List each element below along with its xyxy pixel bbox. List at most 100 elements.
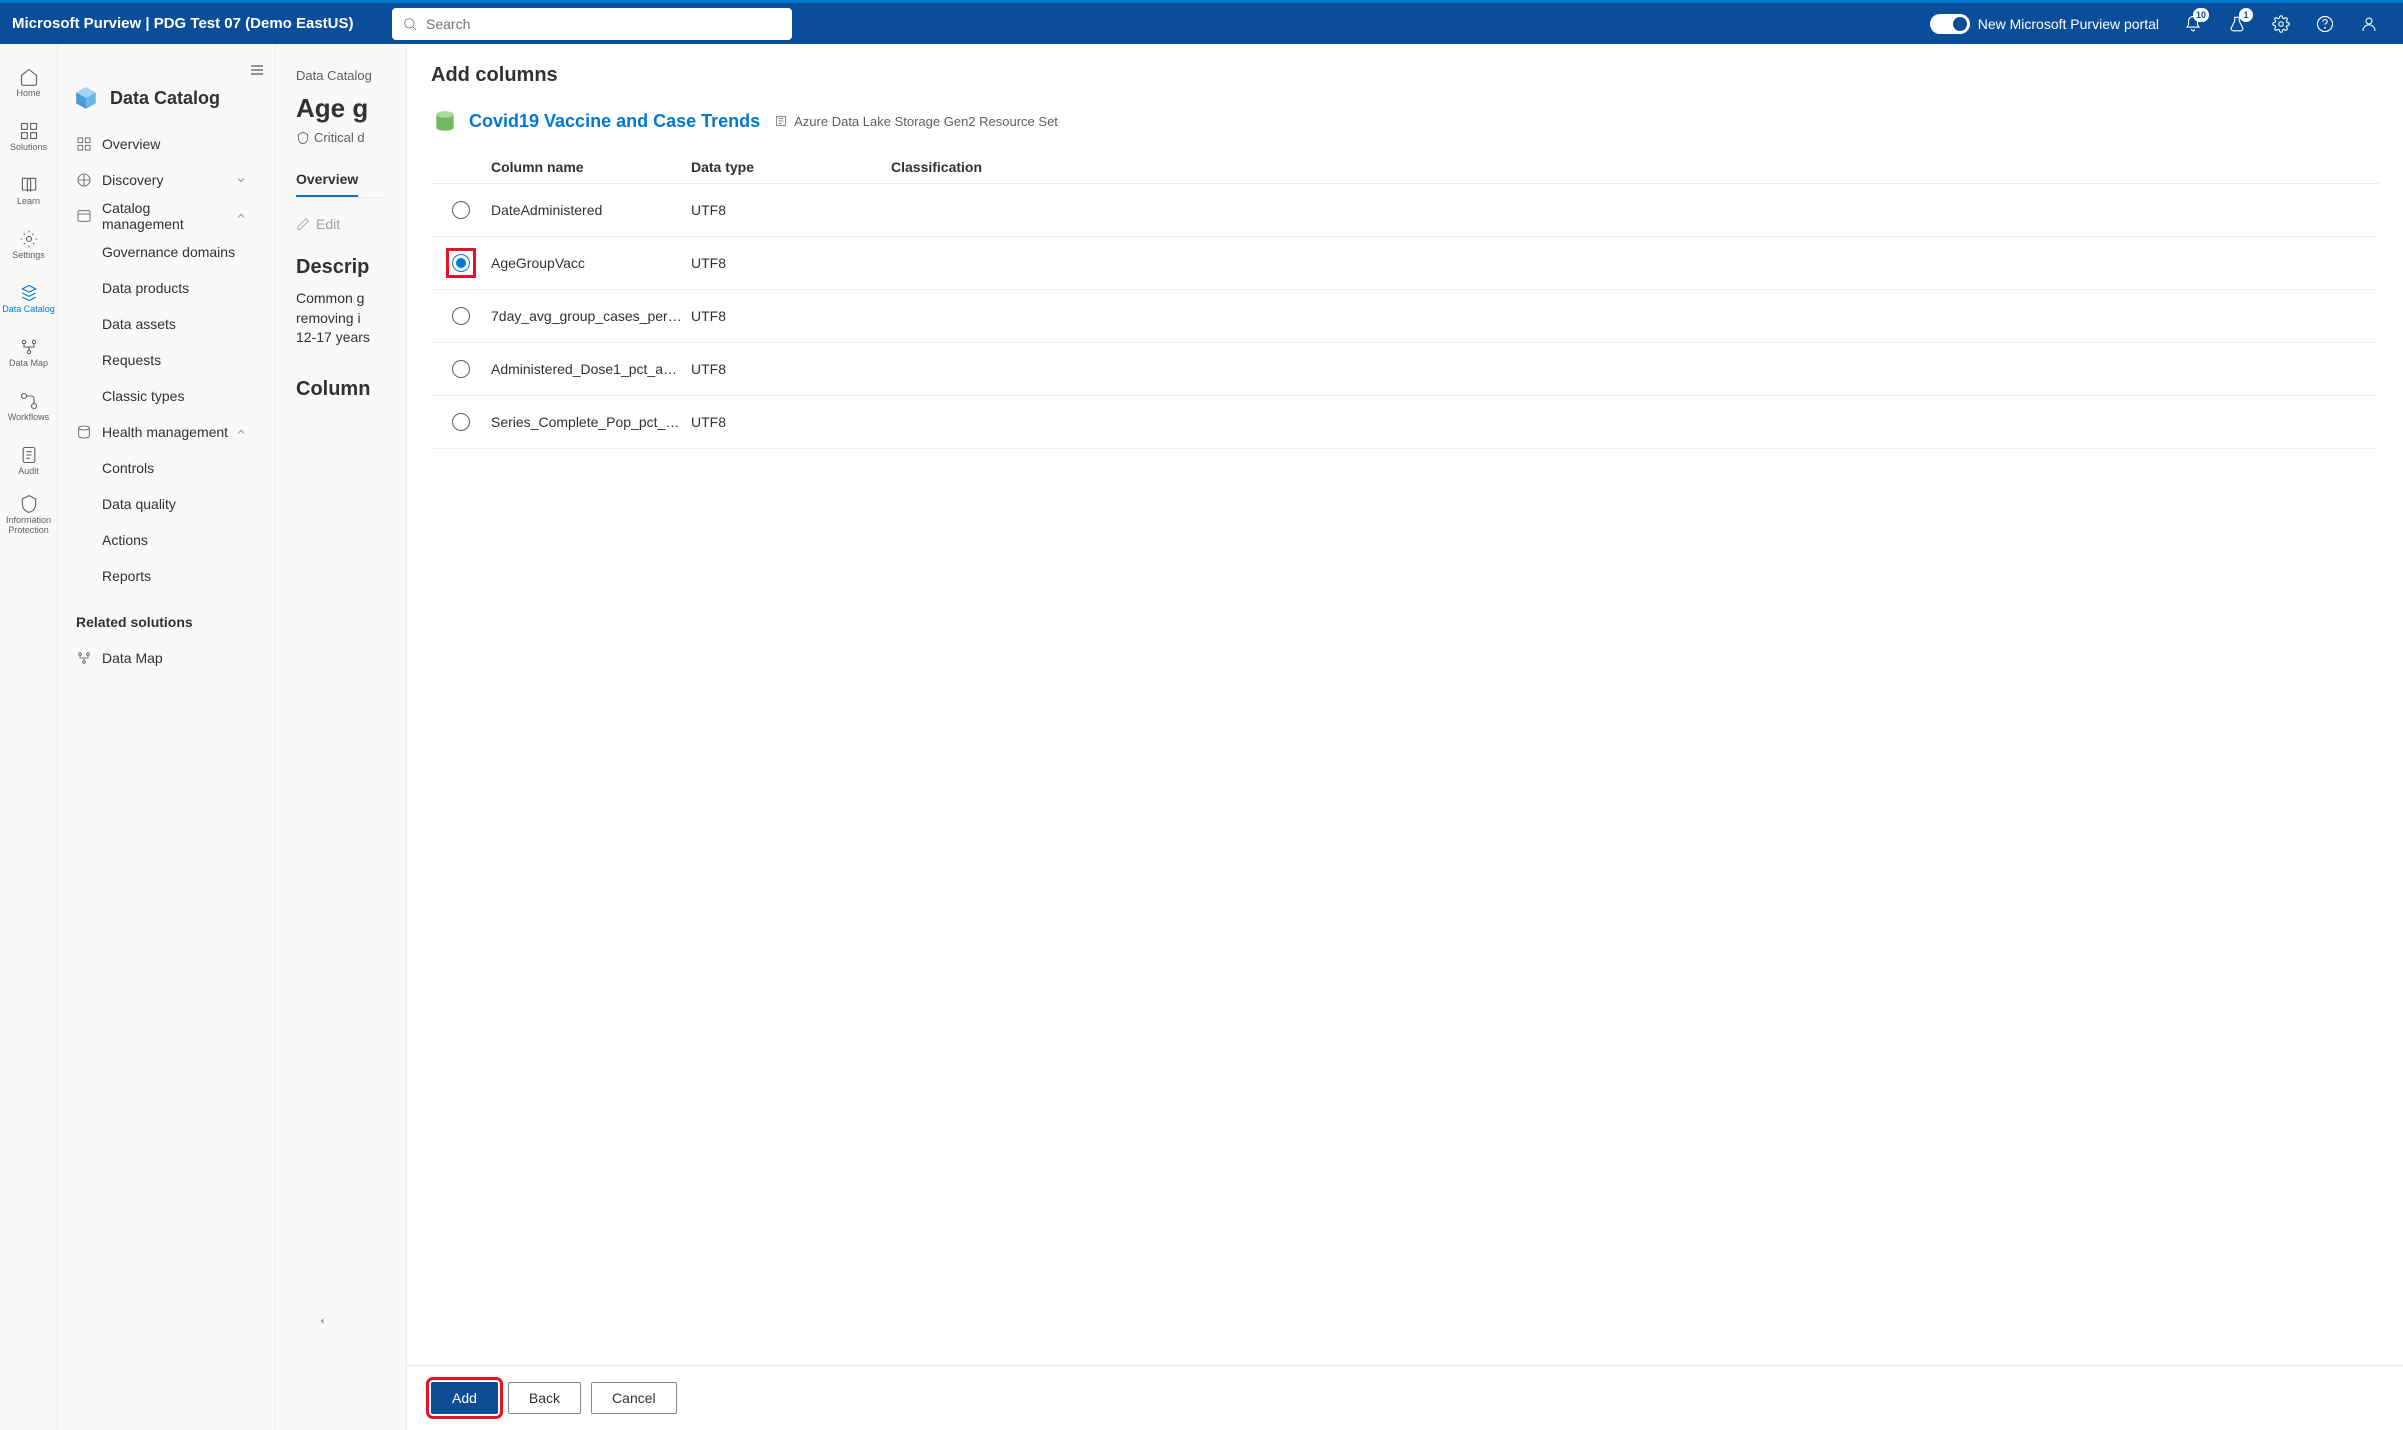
sidebar-item-label: Governance domains [102,244,235,260]
app-title: Microsoft Purview | PDG Test 07 (Demo Ea… [12,15,392,32]
sidebar-data-assets[interactable]: Data assets [68,306,265,342]
rail-audit[interactable]: Audit [0,434,57,488]
rail-learn[interactable]: Learn [0,164,57,218]
rail-label: Home [16,89,40,99]
sidebar-item-label: Discovery [102,172,163,188]
pencil-icon [296,217,310,231]
row-radio[interactable] [452,254,470,272]
breadcrumb[interactable]: Data Catalog [296,68,386,83]
search-input-wrap[interactable] [392,8,792,40]
sidebar-related-heading: Related solutions [76,614,257,630]
overview-icon [76,136,92,152]
sidebar-health-mgmt[interactable]: Health management [68,414,265,450]
description-heading: Descrip [296,256,386,279]
catalog-cube-icon [72,84,100,112]
table-row[interactable]: AgeGroupVaccUTF8 [431,237,2379,290]
sidebar-item-label: Requests [102,352,161,368]
table-row[interactable]: DateAdministeredUTF8 [431,184,2379,237]
hamburger-icon[interactable] [249,62,265,78]
rail-data-map[interactable]: Data Map [0,326,57,380]
edit-button[interactable]: Edit [296,216,340,232]
row-column-type: UTF8 [691,202,891,218]
rail-data-catalog[interactable]: Data Catalog [0,272,57,326]
discovery-icon [76,172,92,188]
rail-label: Data Catalog [2,305,55,315]
row-column-name: AgeGroupVacc [491,255,691,271]
sidebar-item-label: Data Map [102,650,163,666]
sidebar-actions[interactable]: Actions [68,522,265,558]
sidebar-governance-domains[interactable]: Governance domains [68,234,265,270]
table-row[interactable]: 7day_avg_group_cases_per_100kUTF8 [431,290,2379,343]
rail-solutions[interactable]: Solutions [0,110,57,164]
sidebar-overview[interactable]: Overview [68,126,265,162]
datamap-icon [76,650,92,666]
row-column-name: Series_Complete_Pop_pct_agegro [491,414,691,430]
sidebar-data-map[interactable]: Data Map [68,640,265,676]
sidebar-discovery[interactable]: Discovery [68,162,265,198]
col-header-class: Classification [891,159,2379,175]
chevron-down-icon [235,174,247,186]
rail-label: Solutions [10,143,47,153]
content-area: Data Catalog Age g Critical d Overview E… [276,44,2403,1430]
columns-heading: Column [296,378,386,401]
sidebar-item-label: Data quality [102,496,176,512]
asset-header: Covid19 Vaccine and Case Trends Azure Da… [431,107,2379,135]
health-icon [76,424,92,440]
sidebar: Data Catalog Overview Discovery Catalog … [58,44,276,1430]
workflow-icon [19,391,39,411]
row-radio[interactable] [452,307,470,325]
rail-info-protection[interactable]: Information Protection [0,488,57,542]
sidebar-catalog-mgmt[interactable]: Catalog management [68,198,265,234]
tasks-button[interactable]: 1 [2215,2,2259,46]
shield-check-icon [296,131,310,145]
row-radio[interactable] [452,360,470,378]
notifications-button[interactable]: 10 [2171,2,2215,46]
background-page: Data Catalog Age g Critical d Overview E… [276,44,406,1430]
rail-label: Learn [17,197,40,207]
profile-button[interactable] [2347,2,2391,46]
row-column-type: UTF8 [691,308,891,324]
home-icon [19,67,39,87]
sidebar-item-label: Data products [102,280,189,296]
rail-workflows[interactable]: Workflows [0,380,57,434]
book-icon [19,175,39,195]
collapse-button[interactable] [316,1314,328,1330]
row-radio[interactable] [452,413,470,431]
database-icon [431,107,459,135]
tab-overview[interactable]: Overview [296,163,358,197]
sidebar-title: Data Catalog [68,84,265,112]
help-button[interactable] [2303,2,2347,46]
table-row[interactable]: Administered_Dose1_pct_agegrouUTF8 [431,343,2379,396]
rail-settings[interactable]: Settings [0,218,57,272]
sidebar-classic-types[interactable]: Classic types [68,378,265,414]
sidebar-data-quality[interactable]: Data quality [68,486,265,522]
col-header-type: Data type [691,159,891,175]
sidebar-requests[interactable]: Requests [68,342,265,378]
table-row[interactable]: Series_Complete_Pop_pct_agegroUTF8 [431,396,2379,449]
chevron-left-icon [316,1315,328,1327]
row-column-name: 7day_avg_group_cases_per_100k [491,308,691,324]
sidebar-item-label: Reports [102,568,151,584]
panel-title: Add columns [431,64,2379,87]
sidebar-data-products[interactable]: Data products [68,270,265,306]
sidebar-controls[interactable]: Controls [68,450,265,486]
add-columns-panel: Add columns Covid19 Vaccine and Case Tre… [406,44,2403,1430]
notifications-badge: 10 [2193,8,2209,22]
search-input[interactable] [426,16,782,32]
asset-title[interactable]: Covid19 Vaccine and Case Trends [469,111,760,132]
sidebar-reports[interactable]: Reports [68,558,265,594]
chevron-up-icon [235,210,247,222]
rail-home[interactable]: Home [0,56,57,110]
help-icon [2316,15,2334,33]
settings-button[interactable] [2259,2,2303,46]
gear-icon [19,229,39,249]
new-portal-toggle[interactable]: New Microsoft Purview portal [1930,14,2159,34]
tasks-badge: 1 [2239,8,2253,22]
add-button[interactable]: Add [431,1382,498,1414]
left-rail: Home Solutions Learn Settings Data Catal… [0,44,58,1430]
back-button[interactable]: Back [508,1382,581,1414]
cancel-button[interactable]: Cancel [591,1382,677,1414]
row-radio[interactable] [452,201,470,219]
catalog-icon [19,283,39,303]
toggle-switch[interactable] [1930,14,1970,34]
